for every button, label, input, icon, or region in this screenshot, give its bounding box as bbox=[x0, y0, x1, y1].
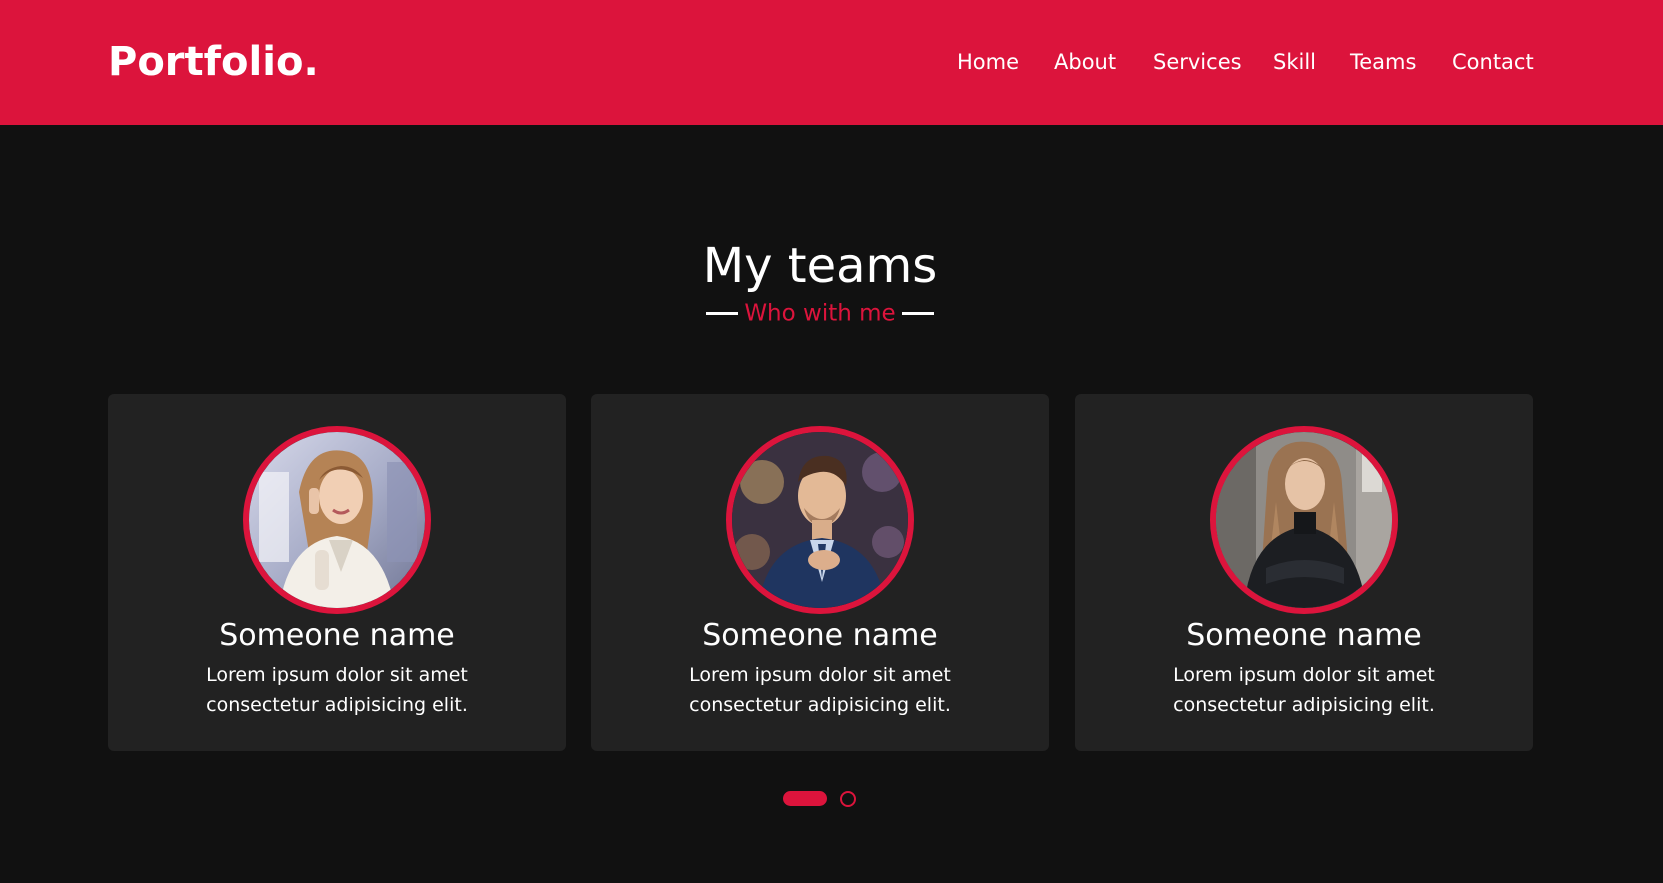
avatar bbox=[726, 426, 914, 614]
member-name: Someone name bbox=[702, 618, 938, 653]
member-description: Lorem ipsum dolor sit amet consectetur ad… bbox=[1129, 660, 1479, 720]
subtitle-text: Who with me bbox=[744, 300, 896, 327]
avatar-photo-woman-dark-jacket bbox=[1216, 432, 1392, 608]
member-desc-line-1: Lorem ipsum dolor sit amet bbox=[689, 664, 951, 686]
team-carousel[interactable]: Someone name Lorem ipsum dolor sit amet c… bbox=[108, 394, 1533, 751]
avatar bbox=[1210, 426, 1398, 614]
avatar-photo-woman-phone bbox=[249, 432, 425, 608]
subtitle-line-left bbox=[706, 312, 739, 315]
nav-link-home[interactable]: Home bbox=[957, 44, 1019, 80]
member-desc-line-2: consectetur adipisicing elit. bbox=[689, 694, 951, 716]
section-title: My teams bbox=[702, 238, 938, 294]
navbar: Portfolio. Home About Services Skill Tea… bbox=[0, 0, 1663, 125]
member-description: Lorem ipsum dolor sit amet consectetur ad… bbox=[162, 660, 512, 720]
nav-link-services[interactable]: Services bbox=[1153, 44, 1242, 80]
member-desc-line-1: Lorem ipsum dolor sit amet bbox=[1173, 664, 1435, 686]
member-description: Lorem ipsum dolor sit amet consectetur ad… bbox=[645, 660, 995, 720]
nav-link-contact[interactable]: Contact bbox=[1452, 44, 1534, 80]
nav-link-skill[interactable]: Skill bbox=[1273, 44, 1316, 80]
member-desc-line-2: consectetur adipisicing elit. bbox=[1173, 694, 1435, 716]
section-subtitle: Who with me bbox=[0, 296, 1640, 331]
pagination-bullet[interactable] bbox=[840, 791, 856, 807]
member-name: Someone name bbox=[1186, 618, 1422, 653]
team-card: Someone name Lorem ipsum dolor sit amet c… bbox=[108, 394, 566, 751]
avatar-photo-man-suit bbox=[732, 432, 908, 608]
nav-link-teams[interactable]: Teams bbox=[1350, 44, 1416, 80]
team-card: Someone name Lorem ipsum dolor sit amet c… bbox=[1075, 394, 1533, 751]
nav-link-about[interactable]: About bbox=[1054, 44, 1116, 80]
member-desc-line-2: consectetur adipisicing elit. bbox=[206, 694, 468, 716]
avatar bbox=[243, 426, 431, 614]
member-name: Someone name bbox=[219, 618, 455, 653]
carousel-pagination bbox=[783, 790, 863, 808]
nav-menu: Home About Services Skill Teams Contact bbox=[0, 44, 1663, 80]
member-desc-line-1: Lorem ipsum dolor sit amet bbox=[206, 664, 468, 686]
team-card: Someone name Lorem ipsum dolor sit amet c… bbox=[591, 394, 1049, 751]
pagination-bullet-active[interactable] bbox=[783, 791, 827, 806]
subtitle-line-right bbox=[901, 312, 934, 315]
